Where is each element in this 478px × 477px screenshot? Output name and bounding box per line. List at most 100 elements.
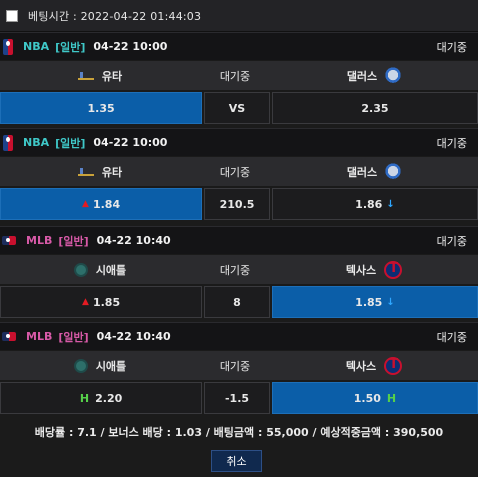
home-odds-value: 1.84 xyxy=(92,197,121,211)
bet-type: [일반] xyxy=(55,40,86,54)
rangers-logo-icon xyxy=(384,356,403,375)
away-team: 댈러스 xyxy=(270,66,478,85)
draw-odds-button[interactable]: VS xyxy=(204,92,270,124)
away-odds-value: 1.50 xyxy=(353,391,381,405)
arrow-up-icon: ▲ xyxy=(82,297,89,307)
mid-status: 대기중 xyxy=(219,165,251,179)
home-odds-value: 1.85 xyxy=(92,295,121,309)
bet-type: [일반] xyxy=(55,136,86,150)
mariners-logo-icon xyxy=(73,358,88,373)
jazz-logo-icon xyxy=(77,167,94,176)
bet-type: [일반] xyxy=(58,234,89,248)
odds-row: ▲ 1.85 8 1.85 ↓ xyxy=(0,284,478,318)
game-date: 04-22 10:40 xyxy=(96,234,171,247)
home-team: 유타 xyxy=(0,68,200,84)
handicap-icon: H xyxy=(79,391,90,405)
game-date: 04-22 10:40 xyxy=(96,330,171,343)
home-team-name: 유타 xyxy=(101,69,123,83)
league-name: NBA xyxy=(23,40,50,53)
game-status: 대기중 xyxy=(436,330,467,344)
away-team-name: 텍사스 xyxy=(345,359,377,373)
away-odds-value: 2.35 xyxy=(361,101,389,115)
over-odds-button[interactable]: ▲ 1.85 xyxy=(0,286,203,318)
game-header: NBA [일반] 04-22 10:00 대기중 xyxy=(0,32,478,60)
home-team: 시애틀 xyxy=(0,358,200,374)
away-handicap-button[interactable]: 1.50 H xyxy=(271,382,478,414)
mariners-logo-icon xyxy=(73,262,88,277)
home-team-name: 시애틀 xyxy=(95,359,127,373)
game-header: MLB [일반] 04-22 10:40 대기중 xyxy=(0,226,478,254)
mlb-logo-icon xyxy=(2,332,16,341)
bet-type: [일반] xyxy=(58,330,89,344)
baseline-cell: 210.5 xyxy=(204,188,270,220)
league-name: NBA xyxy=(23,136,50,149)
arrow-down-icon: ↓ xyxy=(386,198,395,210)
odds-row: H 2.20 -1.5 1.50 H xyxy=(0,380,478,414)
odds-row: ▲ 1.84 210.5 1.86 ↓ xyxy=(0,186,478,220)
game-date: 04-22 10:00 xyxy=(93,40,168,53)
home-team: 유타 xyxy=(0,164,200,180)
nba-logo-icon xyxy=(3,38,13,55)
handicap-cell: -1.5 xyxy=(204,382,270,414)
arrow-up-icon: ▲ xyxy=(82,199,89,209)
league-name: MLB xyxy=(26,330,53,343)
mavericks-logo-icon xyxy=(385,66,402,85)
mid-status: 대기중 xyxy=(219,263,251,277)
handicap-icon: H xyxy=(386,391,397,405)
baseline-value: 8 xyxy=(233,295,241,309)
game-header: MLB [일반] 04-22 10:40 대기중 xyxy=(0,322,478,350)
mid-status: 대기중 xyxy=(219,359,251,373)
away-team: 텍사스 xyxy=(270,260,478,279)
game-block: MLB [일반] 04-22 10:40 대기중 시애틀 대기중 텍사스 ▲ 1… xyxy=(0,226,478,318)
game-block: MLB [일반] 04-22 10:40 대기중 시애틀 대기중 텍사스 H 2… xyxy=(0,322,478,414)
away-odds-value: 1.86 xyxy=(355,197,383,211)
teams-row: 시애틀 대기중 텍사스 xyxy=(0,350,478,380)
under-odds-button[interactable]: 1.85 ↓ xyxy=(271,286,478,318)
nba-logo-icon xyxy=(3,134,13,151)
away-team: 댈러스 xyxy=(270,162,478,181)
cancel-label: 취소 xyxy=(226,455,247,468)
home-team-name: 유타 xyxy=(101,165,123,179)
away-odds-value: 1.85 xyxy=(355,295,383,309)
over-odds-button[interactable]: ▲ 1.84 xyxy=(0,188,203,220)
baseline-value: 210.5 xyxy=(219,197,255,211)
home-team-name: 시애틀 xyxy=(95,263,127,277)
game-header: NBA [일반] 04-22 10:00 대기중 xyxy=(0,128,478,156)
home-odds-value: 1.35 xyxy=(87,101,115,115)
odds-row: 1.35 VS 2.35 xyxy=(0,90,478,124)
home-odds-button[interactable]: 1.35 xyxy=(0,92,203,124)
home-team: 시애틀 xyxy=(0,262,200,278)
game-status: 대기중 xyxy=(436,234,467,248)
home-odds-value: 2.20 xyxy=(95,391,123,405)
away-team-name: 텍사스 xyxy=(345,263,377,277)
away-odds-button[interactable]: 2.35 xyxy=(271,92,478,124)
mid-status: 대기중 xyxy=(219,69,251,83)
game-date: 04-22 10:00 xyxy=(93,136,168,149)
league-name: MLB xyxy=(26,234,53,247)
rangers-logo-icon xyxy=(384,260,403,279)
baseline-cell: 8 xyxy=(204,286,270,318)
mlb-logo-icon xyxy=(2,236,16,245)
teams-row: 시애틀 대기중 텍사스 xyxy=(0,254,478,284)
away-team: 텍사스 xyxy=(270,356,478,375)
teams-row: 유타 대기중 댈러스 xyxy=(0,60,478,90)
handicap-value: -1.5 xyxy=(224,391,250,405)
under-odds-button[interactable]: 1.86 ↓ xyxy=(271,188,478,220)
home-handicap-button[interactable]: H 2.20 xyxy=(0,382,203,414)
game-status: 대기중 xyxy=(436,136,467,150)
bet-summary: 배당률 : 7.1 / 보너스 배당 : 1.03 / 배팅금액 : 55,00… xyxy=(34,426,444,439)
mid-odds-value: VS xyxy=(228,101,246,115)
game-status: 대기중 xyxy=(436,40,467,54)
bet-time-bar: 베팅시간 : 2022-04-22 01:44:03 xyxy=(0,0,478,32)
teams-row: 유타 대기중 댈러스 xyxy=(0,156,478,186)
mavericks-logo-icon xyxy=(385,162,402,181)
jazz-logo-icon xyxy=(77,71,94,80)
game-block: NBA [일반] 04-22 10:00 대기중 유타 대기중 댈러스 1.35… xyxy=(0,32,478,124)
select-checkbox[interactable] xyxy=(6,9,18,22)
arrow-down-icon: ↓ xyxy=(386,296,395,308)
cancel-button[interactable]: 취소 xyxy=(211,450,262,472)
away-team-name: 댈러스 xyxy=(346,69,378,83)
bet-time-label: 베팅시간 : 2022-04-22 01:44:03 xyxy=(28,9,202,23)
game-block: NBA [일반] 04-22 10:00 대기중 유타 대기중 댈러스 ▲ 1.… xyxy=(0,128,478,220)
away-team-name: 댈러스 xyxy=(346,165,378,179)
